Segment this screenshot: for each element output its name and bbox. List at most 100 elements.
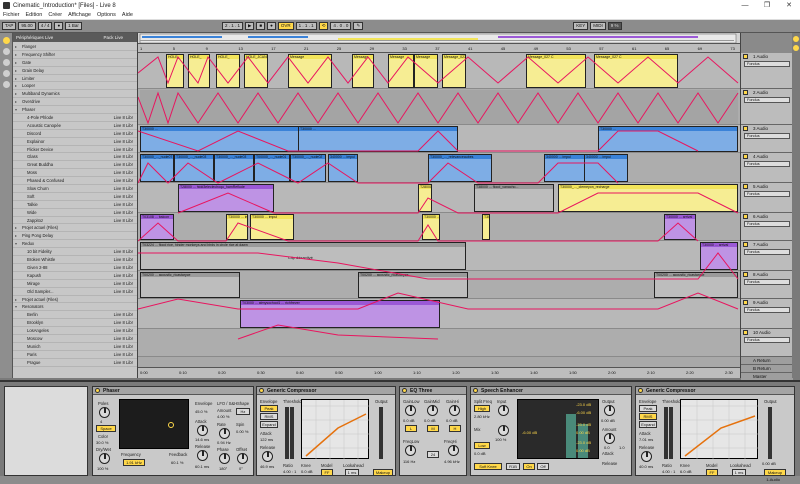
expanded-arrow-icon[interactable]: ▾: [15, 303, 17, 310]
menu-affichage[interactable]: Affichage: [65, 12, 94, 18]
speech-high-button[interactable]: High: [474, 405, 490, 412]
phaser-phase-knob[interactable]: [219, 453, 230, 464]
phaser-offset-knob[interactable]: [237, 453, 248, 464]
browser-item[interactable]: ▸ Frequency Shifter: [13, 51, 137, 59]
speech-mix-knob[interactable]: [498, 425, 509, 436]
return-track-header[interactable]: B Return: [741, 365, 793, 373]
collapsed-arrow-icon[interactable]: ▸: [15, 43, 17, 50]
browser-item[interactable]: Zappitoz Live 8 Libr: [13, 217, 137, 225]
track-activator-icon[interactable]: [743, 330, 748, 335]
browser-item[interactable]: Acoustic Canopée Live 8 Libr: [13, 122, 137, 130]
collapsed-arrow-icon[interactable]: ▸: [15, 224, 17, 231]
track-header[interactable]: 4 Audio Fondus: [741, 153, 793, 183]
track-name[interactable]: 10 Audio: [741, 329, 793, 336]
browser-item[interactable]: Moss Live 8 Libr: [13, 169, 137, 178]
phaser-shape-button[interactable]: Hz: [236, 408, 250, 415]
comp2-threshold-meter[interactable]: [664, 407, 668, 459]
track-activator-icon[interactable]: [743, 54, 748, 59]
browser-column-pack[interactable]: Pack Live: [103, 33, 123, 42]
track-input-dropdown[interactable]: Fondus: [744, 337, 790, 343]
overdub-button[interactable]: OVR: [277, 22, 294, 30]
phaser-poles-knob[interactable]: [99, 407, 110, 418]
menu-edition[interactable]: Edition: [23, 12, 46, 18]
eq-mid-button[interactable]: M: [427, 425, 439, 432]
signature-field[interactable]: 4 / 4: [37, 22, 53, 30]
time-ruler[interactable]: 0:00 0:10 0:20 0:30 0:40 0:50 1:00 1:10 1:20 1:30…: [138, 367, 740, 378]
track-activator-icon[interactable]: [743, 184, 748, 189]
track-input-dropdown[interactable]: Fondus: [744, 249, 790, 255]
speech-amount-knob[interactable]: [604, 433, 615, 444]
tap-button[interactable]: TAP: [2, 22, 17, 30]
eq-gainmid-knob[interactable]: [427, 405, 438, 416]
track-header[interactable]: 1 Audio Fondus: [741, 53, 793, 89]
eq-freqhi-knob[interactable]: [448, 445, 459, 456]
comp2-expand-button[interactable]: Expand: [639, 421, 657, 428]
menu-fichier[interactable]: Fichier: [0, 12, 23, 18]
browser-item[interactable]: Kapush Live 8 Libr: [13, 272, 137, 280]
device-power-icon[interactable]: [259, 388, 264, 393]
quantize-menu[interactable]: 1 Bar: [65, 22, 82, 30]
browser-item[interactable]: ▸ Multiband Dynamics: [13, 90, 137, 99]
collapsed-arrow-icon[interactable]: ▸: [15, 296, 17, 303]
browser-item[interactable]: ▸ Projet actuel (Files): [13, 296, 137, 304]
browser-item[interactable]: Paris Live 8 Libr: [13, 351, 137, 359]
comp1-model-button[interactable]: FF: [321, 469, 333, 476]
envelope-line[interactable]: [138, 292, 739, 310]
speech-output-knob[interactable]: [604, 405, 615, 416]
comp2-release-knob[interactable]: [641, 451, 652, 462]
track-name[interactable]: 9 Audio: [741, 299, 793, 306]
browser-item[interactable]: Slow Churn Live 8 Libr: [13, 185, 137, 193]
browser-item[interactable]: ▾ Resonators: [13, 303, 137, 312]
comp2-model-button[interactable]: FF: [706, 469, 718, 476]
browser-item[interactable]: ▸ Gate: [13, 59, 137, 67]
track-input-dropdown[interactable]: Fondus: [744, 307, 790, 313]
xy-handle[interactable]: [168, 422, 174, 428]
speech-r1b-button[interactable]: R1B: [506, 463, 520, 470]
midi-map-button[interactable]: MIDI: [590, 22, 606, 30]
track-input-dropdown[interactable]: Fondus: [744, 97, 790, 103]
menu-aide[interactable]: Aide: [119, 12, 136, 18]
envelope-line[interactable]: [177, 192, 739, 214]
expanded-arrow-icon[interactable]: ▾: [15, 240, 17, 247]
track-header[interactable]: 8 Audio Fondus: [741, 271, 793, 299]
track-header[interactable]: 5 Audio Fondus: [741, 183, 793, 213]
track-input-dropdown[interactable]: Fondus: [744, 61, 790, 67]
beat-ruler[interactable]: 1 5 9 13 17 21 25 29 33 37 41 45 49 53 57 61 65 69 73: [138, 44, 740, 53]
tempo-field[interactable]: 95.00: [18, 22, 36, 30]
browser-item[interactable]: Soft Live 8 Libr: [13, 193, 137, 201]
loop-button[interactable]: ⟲: [318, 22, 329, 30]
track-input-dropdown[interactable]: Fondus: [744, 279, 790, 285]
speech-softknee-button[interactable]: Soft Knee: [474, 463, 502, 470]
arrangement-overview[interactable]: [138, 33, 740, 44]
track-header[interactable]: 10 Audio Fondus: [741, 329, 793, 357]
maximize-button[interactable]: ❐: [756, 0, 778, 11]
collapsed-arrow-icon[interactable]: ▸: [15, 232, 17, 239]
files-icon[interactable]: [3, 59, 10, 66]
folder-icon[interactable]: [3, 81, 10, 88]
comp2-output-meter[interactable]: [768, 407, 772, 459]
eq-high-button[interactable]: H: [449, 425, 461, 432]
browser-item[interactable]: Flicker Device Live 8 Libr: [13, 146, 137, 154]
live-devices-icon[interactable]: [3, 37, 10, 44]
track-name[interactable]: 7 Audio: [741, 241, 793, 248]
collapsed-arrow-icon[interactable]: ▸: [15, 90, 17, 97]
browser-item[interactable]: LosAngeles Live 8 Libr: [13, 327, 137, 335]
track-header[interactable]: 9 Audio Fondus: [741, 299, 793, 329]
track-activator-icon[interactable]: [743, 90, 748, 95]
key-map-button[interactable]: KEY: [573, 22, 589, 30]
phaser-drywet-knob[interactable]: [99, 453, 110, 464]
play-button[interactable]: ▶: [244, 22, 255, 30]
envelope-line[interactable]: [138, 162, 619, 184]
track-name[interactable]: 5 Audio: [741, 183, 793, 190]
eq-freqlow-knob[interactable]: [405, 445, 416, 456]
track-activator-icon[interactable]: [743, 214, 748, 219]
arrangement-position[interactable]: 2 . 1 . 1: [221, 22, 243, 30]
comp2-lookahead-menu[interactable]: 1 ms: [732, 469, 746, 476]
minimize-button[interactable]: —: [734, 0, 756, 11]
browser-item[interactable]: Berlin Live 8 Libr: [13, 311, 137, 320]
return-track-header[interactable]: A Return: [741, 357, 793, 365]
eq-slope-button[interactable]: 24: [427, 451, 439, 458]
loop-length-field[interactable]: 4 . 0 . 0: [330, 22, 352, 30]
browser-item[interactable]: Moscow Live 8 Libr: [13, 335, 137, 343]
comp1-threshold-meter[interactable]: [285, 407, 289, 459]
